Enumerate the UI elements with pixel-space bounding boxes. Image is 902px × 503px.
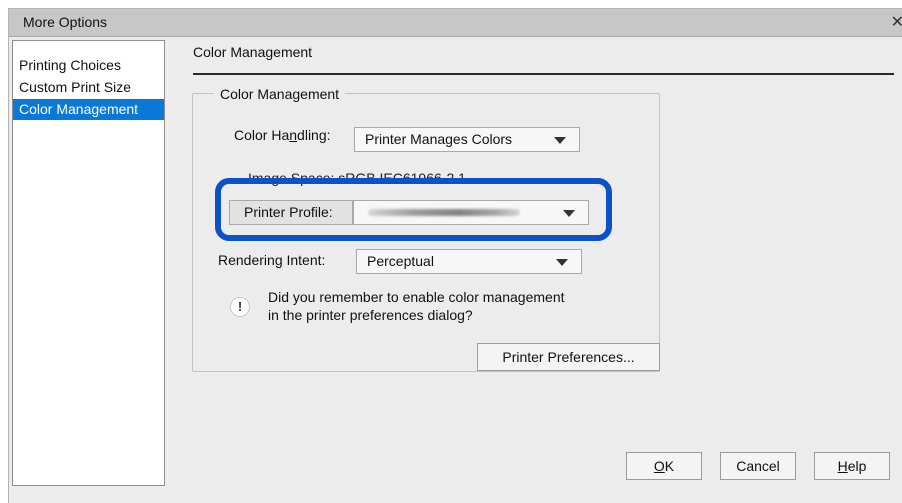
printer-profile-label: Printer Profile: [244,204,333,220]
window-title: More Options [23,14,108,30]
color-handling-value: Printer Manages Colors [365,131,513,147]
nav-item-printing-choices[interactable]: Printing Choices [13,55,164,76]
info-icon: ! [230,297,250,317]
color-handling-label-start: Color Ha [234,127,290,143]
chevron-down-icon [554,137,566,144]
notice-line-1: Did you remember to enable color managem… [268,289,565,305]
color-handling-label: Color Handling: [234,127,331,143]
section-title: Color Management [193,44,313,60]
help-mnemonic: H [837,458,848,474]
nav-item-custom-print-size[interactable]: Custom Print Size [13,77,164,98]
ok-label-rest: K [664,458,675,474]
printer-profile-label-box: Printer Profile: [229,200,353,225]
rendering-intent-select[interactable]: Perceptual [356,249,582,274]
color-handling-label-end: dling: [297,127,331,143]
chevron-down-icon [556,259,568,266]
close-icon[interactable]: ✕ [891,12,902,32]
color-handling-select[interactable]: Printer Manages Colors [354,127,580,152]
section-divider [193,73,894,75]
chevron-down-icon [563,210,575,217]
options-category-list[interactable]: Printing Choices Custom Print Size Color… [12,40,165,486]
printer-preferences-button[interactable]: Printer Preferences... [477,343,660,371]
ok-mnemonic: O [653,458,665,474]
rendering-intent-label: Rendering Intent: [218,252,326,268]
help-label-rest: elp [847,458,867,474]
notice-line-2: in the printer preferences dialog? [268,307,473,323]
group-title: Color Management [214,86,346,102]
title-bar[interactable]: More Options ✕ [9,9,902,37]
cancel-button[interactable]: Cancel [720,452,796,480]
printer-profile-value-blurred [368,209,520,216]
printer-profile-select[interactable] [353,200,589,225]
ok-button[interactable]: OK [626,452,702,480]
rendering-intent-value: Perceptual [367,253,434,269]
color-handling-label-mnemonic: n [289,127,298,143]
help-button[interactable]: Help [814,452,890,480]
nav-item-color-management[interactable]: Color Management [13,99,164,120]
